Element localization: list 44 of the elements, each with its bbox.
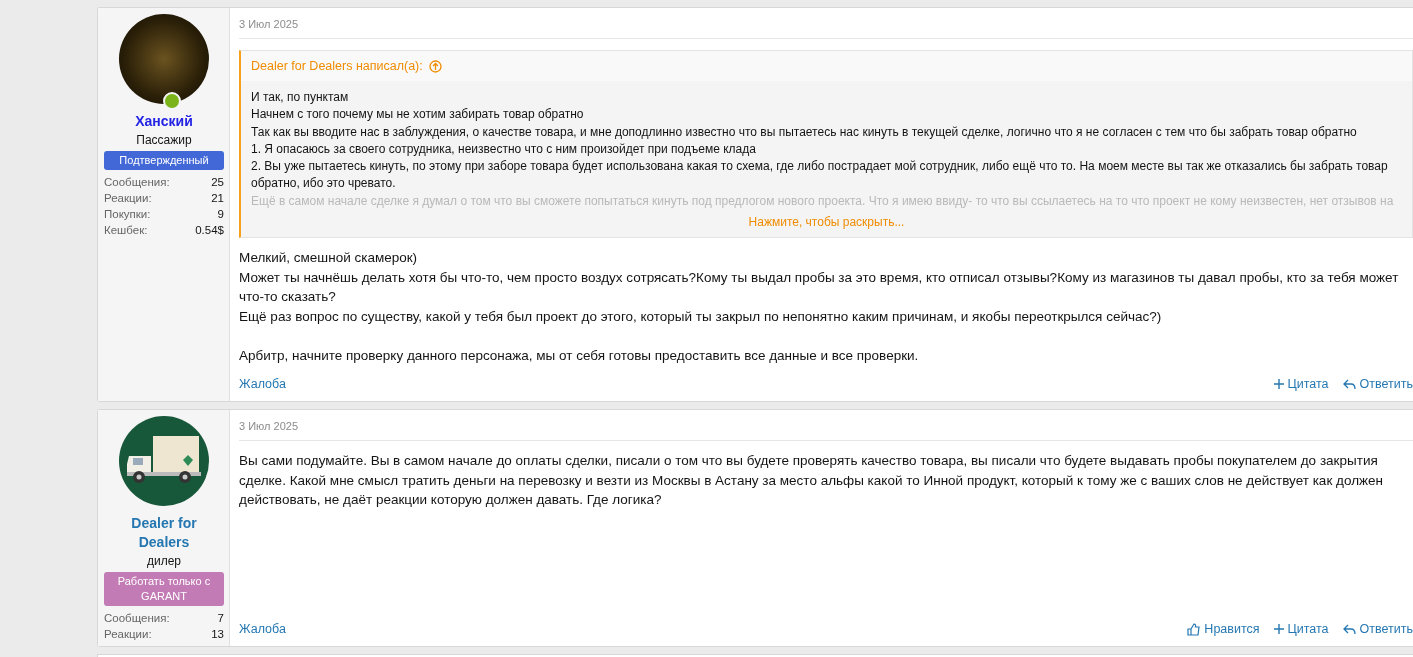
report-link[interactable]: Жалоба: [239, 377, 286, 392]
stat-value: 0.54$: [195, 223, 224, 238]
stat-value: 7: [217, 611, 224, 627]
post-paragraph: Может ты начнёшь делать хотя бы что-то, чем просто воздух сотрясать?Кому ты выдал пробы за это время, кто отписал отзывы?Кому из магазинов ты давал пробы, кто за тебя может что-то сказать?: [239, 268, 1400, 307]
quote-text-line: И так, по пунктам: [251, 89, 350, 106]
thumbs-up-icon: [1187, 622, 1201, 636]
username-link[interactable]: Ханский: [135, 112, 193, 131]
stat-label: Реакции:: [104, 627, 152, 643]
user-title: дилер: [146, 554, 182, 569]
reply-action-link[interactable]: Ответить: [1342, 377, 1413, 392]
user-banner: Работать только с GARANT: [104, 572, 224, 607]
post-date[interactable]: 3 Июл 2025: [239, 18, 1413, 39]
user-title: Пассажир: [136, 133, 192, 147]
post-paragraph: Мелкий, смешной скамерок): [239, 249, 419, 268]
quote-text-line: Ещё в самом начале сделке я думал о том что вы сможете попытаться кинуть под предлогом нового проекта. Что я имею ввиду- то что вы ссылаетесь на то что проект не кому неизвестен, нет отзывов на: [251, 192, 1395, 210]
post-paragraph: Арбитр, начните проверку данного персонажа, мы от себя готовы предоставить все данные и все проверки.: [239, 346, 920, 365]
username-link[interactable]: Dealer for Dealers: [114, 514, 214, 553]
quote-action-link[interactable]: Цитата: [1273, 377, 1329, 392]
report-link[interactable]: Жалоба: [239, 622, 286, 637]
quote-text-line: Так как вы вводите нас в заблуждения, о качестве товара, и мне доподлинно известно что вы пытаетесь нас кинуть в текущей сделке, логично что я не согласен с тем что бы забрать товар обратно: [251, 123, 1358, 141]
post-date[interactable]: 3 Июл 2025: [239, 420, 1413, 442]
stat-label: Кешбек:: [104, 223, 148, 238]
post-paragraph: Ещё раз вопрос по существу, какой у тебя был проект до этого, который ты закрыл по непонятно каким причинам, и якобы переоткрылся сейчас?): [239, 307, 1163, 326]
stat-label: Сообщения:: [104, 611, 170, 627]
post-paragraph: Вы сами подумайте. Вы в самом начале до оплаты сделки, писали о том что вы будете проверять качество товара, вы писали что будете выдавать пробы покупателем до закрытия сделке. Какой мне смысл тратить деньги на перевозку и везти из Москвы в Астану за место альфы какой то Инной продукт, который к тому же с ваших слов не действует как должен действовать, не даёт реакции которую должен давать. Где логика?: [239, 452, 1384, 510]
stat-value: 13: [211, 627, 224, 643]
reply-icon: [1342, 623, 1356, 635]
stat-value: 21: [211, 191, 224, 206]
stat-label: Сообщения:: [104, 175, 170, 190]
truck-avatar-drawing[interactable]: [119, 416, 209, 507]
quote-text-line: 1. Я опасаюсь за своего сотрудника, неизвестно что с ним произойдет при подъеме клада: [251, 140, 757, 158]
user-banner: Подтвержденный: [104, 151, 224, 170]
quote-text-line: Начнем с того почему мы не хотим забирать товар обратно: [251, 106, 585, 124]
like-action-link[interactable]: Нравится: [1187, 622, 1260, 637]
quote-action-link[interactable]: Цитата: [1273, 622, 1329, 637]
reply-icon: [1342, 378, 1356, 390]
stat-value: 9: [217, 207, 224, 222]
stat-label: Реакции:: [104, 191, 152, 206]
stat-value: 25: [211, 175, 224, 190]
quote-text-line: 2. Вы уже пытаетесь кинуть, по этому при заборе товара будет использована какая то схема, где либо пострадает мой сотрудник, либо ещё что то. На моем месте вы так же отказались бы забрать товар обратно, ибо это чревато.: [251, 158, 1389, 193]
stat-label: Покупки:: [104, 207, 151, 222]
plus-icon: [1273, 379, 1284, 390]
reply-action-link[interactable]: Ответить: [1342, 622, 1413, 637]
plus-icon: [1273, 624, 1284, 635]
